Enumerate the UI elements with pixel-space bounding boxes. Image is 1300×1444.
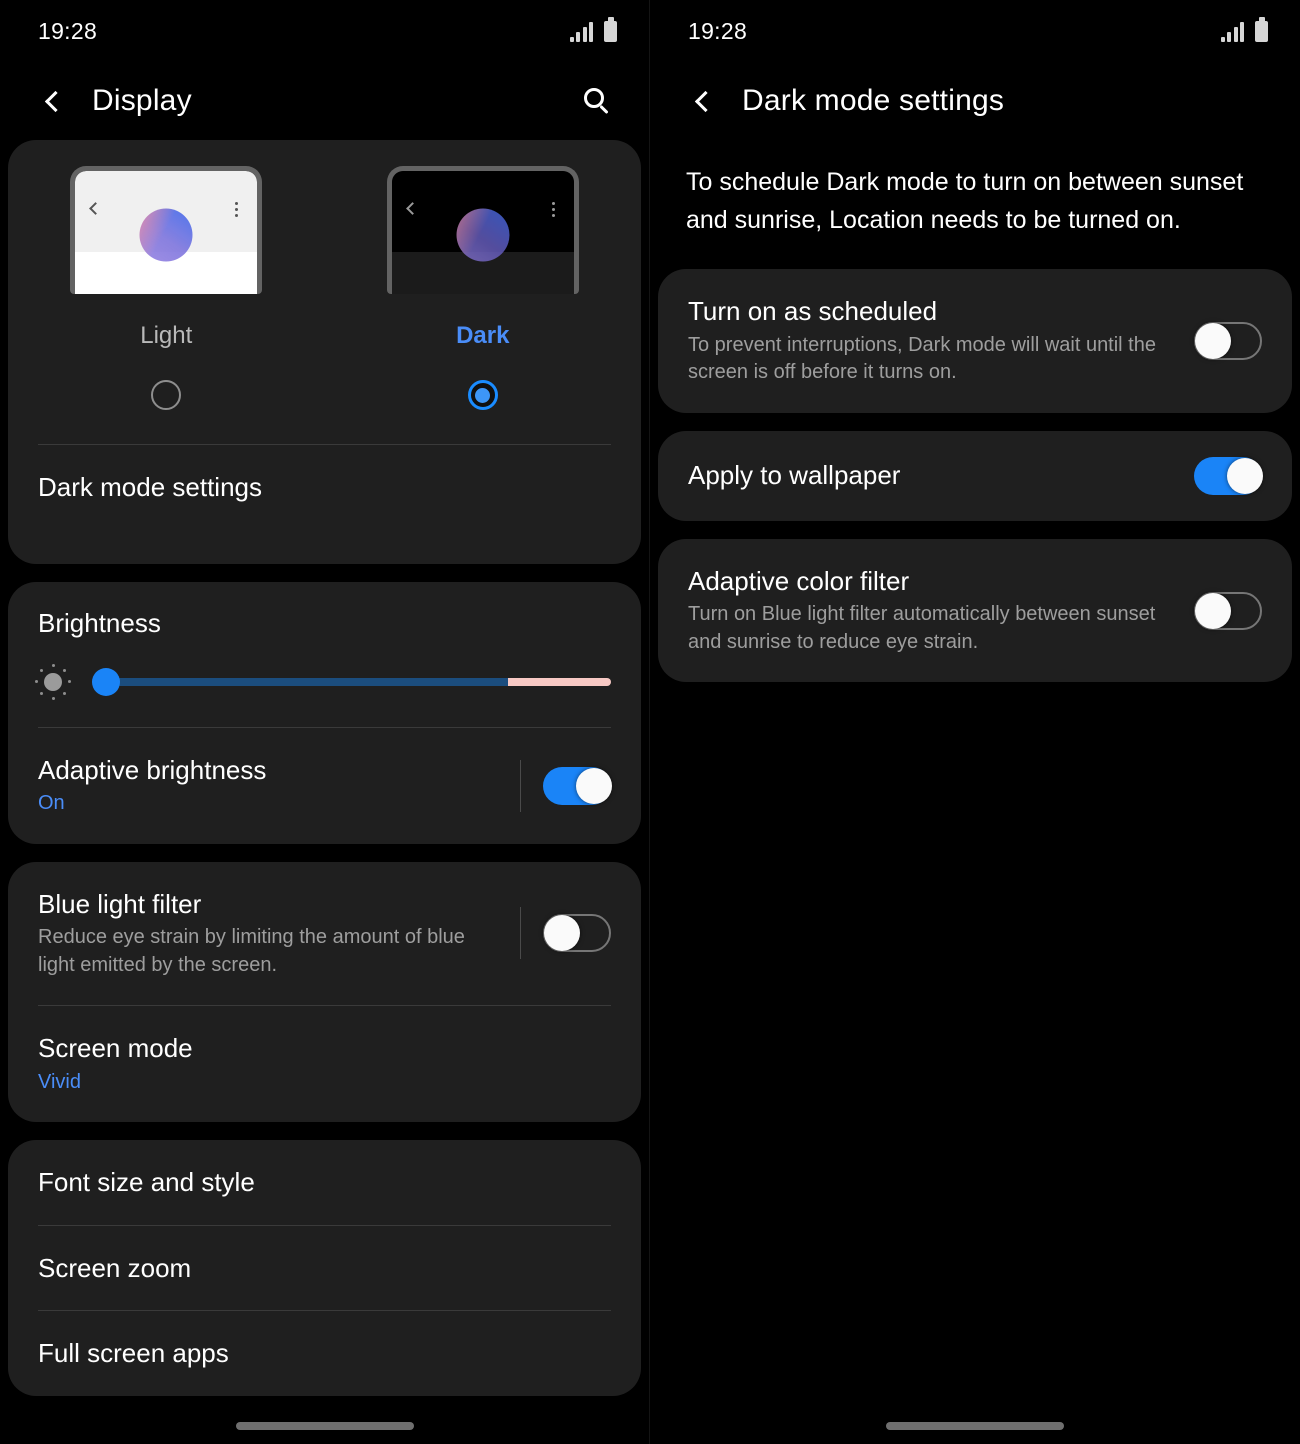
theme-option-light[interactable]: Light — [8, 166, 325, 410]
theme-chooser-card: Light Dark Dark mode settings — [8, 140, 641, 564]
row-title: Font size and style — [38, 1167, 255, 1198]
row-font-size-and-style[interactable]: Font size and style — [8, 1140, 641, 1225]
row-title: Adaptive brightness — [38, 754, 267, 785]
brightness-slider-row[interactable] — [8, 639, 641, 727]
row-title: Apply to wallpaper — [688, 460, 901, 491]
theme-radio-dark[interactable] — [467, 380, 498, 410]
brightness-slider-track[interactable] — [92, 667, 611, 696]
battery-icon — [1255, 17, 1268, 42]
theme-label-light: Light — [140, 322, 193, 349]
row-title: Adaptive color filter — [688, 565, 910, 596]
preview-gradient-blob — [456, 208, 510, 262]
status-time: 19:28 — [38, 17, 98, 44]
brightness-title: Brightness — [38, 607, 161, 638]
theme-option-dark[interactable]: Dark — [325, 166, 642, 410]
turn-on-as-scheduled-card: Turn on as scheduled To prevent interrup… — [658, 269, 1292, 413]
toggle-turn-on-as-scheduled[interactable] — [1194, 321, 1262, 360]
theme-radio-light[interactable] — [151, 380, 182, 410]
preview-gradient-blob — [139, 208, 193, 262]
row-status: On — [38, 792, 65, 814]
row-description: Reduce eye strain by limiting the amount… — [38, 926, 465, 976]
toggle-apply-to-wallpaper[interactable] — [1194, 456, 1263, 495]
row-title: Dark mode settings — [38, 472, 262, 502]
row-value: Vivid — [38, 1070, 81, 1093]
status-icons — [1220, 17, 1268, 42]
row-title: Screen mode — [38, 1033, 193, 1064]
toggle-adaptive-brightness[interactable] — [543, 766, 612, 805]
status-icons — [569, 17, 617, 42]
page-title: Dark mode settings — [742, 84, 1005, 117]
search-icon[interactable] — [575, 79, 619, 123]
divider-vertical — [520, 907, 521, 960]
status-bar: 19:28 — [650, 0, 1300, 62]
blue-light-card: Blue light filter Reduce eye strain by l… — [8, 861, 641, 1123]
preview-overflow-menu-icon — [235, 202, 239, 217]
preview-overflow-menu-icon — [551, 202, 555, 217]
gesture-nav-handle[interactable] — [886, 1422, 1064, 1430]
app-bar: Display — [0, 62, 649, 140]
status-time: 19:28 — [688, 17, 748, 44]
signal-bars-icon — [569, 21, 593, 42]
theme-label-dark: Dark — [456, 322, 510, 349]
brightness-slider-thumb[interactable] — [92, 667, 121, 696]
back-chevron-icon[interactable] — [686, 84, 720, 118]
row-turn-on-as-scheduled[interactable]: Turn on as scheduled To prevent interrup… — [658, 269, 1292, 413]
row-apply-to-wallpaper[interactable]: Apply to wallpaper — [658, 431, 1292, 521]
app-bar: Dark mode settings — [650, 62, 1300, 140]
light-theme-preview-icon — [70, 166, 263, 294]
row-description: Turn on Blue light filter automatically … — [688, 603, 1156, 653]
signal-bars-icon — [1220, 21, 1244, 42]
row-title: Full screen apps — [38, 1338, 229, 1369]
back-chevron-icon[interactable] — [36, 84, 70, 118]
page-title: Display — [92, 84, 192, 117]
toggle-adaptive-color-filter[interactable] — [1194, 591, 1262, 630]
dark-theme-preview-icon — [386, 166, 579, 294]
brightness-card: Brightness Adaptive brightness On — [8, 581, 641, 844]
display-options-card: Font size and style Screen zoom Full scr… — [8, 1140, 641, 1396]
row-adaptive-color-filter[interactable]: Adaptive color filter Turn on Blue light… — [658, 539, 1292, 683]
row-screen-mode[interactable]: Screen mode Vivid — [8, 1006, 641, 1122]
dark-mode-settings-screen: 19:28 Dark mode settings To schedule Dar… — [650, 0, 1300, 1444]
row-title: Turn on as scheduled — [688, 296, 938, 326]
theme-options-row: Light Dark — [8, 166, 641, 410]
status-bar: 19:28 — [0, 0, 649, 62]
row-title: Screen zoom — [38, 1252, 192, 1283]
row-description: To prevent interruptions, Dark mode will… — [688, 333, 1156, 384]
row-dark-mode-settings[interactable]: Dark mode settings — [8, 445, 641, 530]
gesture-nav-handle[interactable] — [235, 1422, 414, 1430]
intro-description: To schedule Dark mode to turn on between… — [686, 168, 1244, 234]
apply-to-wallpaper-card: Apply to wallpaper — [658, 430, 1292, 521]
display-settings-screen: 19:28 Display Light Dark Dark mode setti… — [0, 0, 650, 1444]
row-blue-light-filter[interactable]: Blue light filter Reduce eye strain by l… — [8, 862, 641, 1006]
row-title: Blue light filter — [38, 888, 202, 919]
dual-screenshot-container: 19:28 Display Light Dark Dark mode setti… — [0, 0, 1300, 1444]
battery-icon — [604, 17, 617, 42]
adaptive-color-filter-card: Adaptive color filter Turn on Blue light… — [658, 538, 1292, 683]
row-adaptive-brightness[interactable]: Adaptive brightness On — [8, 728, 641, 844]
brightness-sun-icon — [34, 663, 72, 701]
row-screen-zoom[interactable]: Screen zoom — [8, 1226, 641, 1311]
divider-vertical — [520, 759, 521, 812]
toggle-blue-light-filter[interactable] — [543, 914, 611, 953]
row-full-screen-apps[interactable]: Full screen apps — [8, 1311, 641, 1396]
